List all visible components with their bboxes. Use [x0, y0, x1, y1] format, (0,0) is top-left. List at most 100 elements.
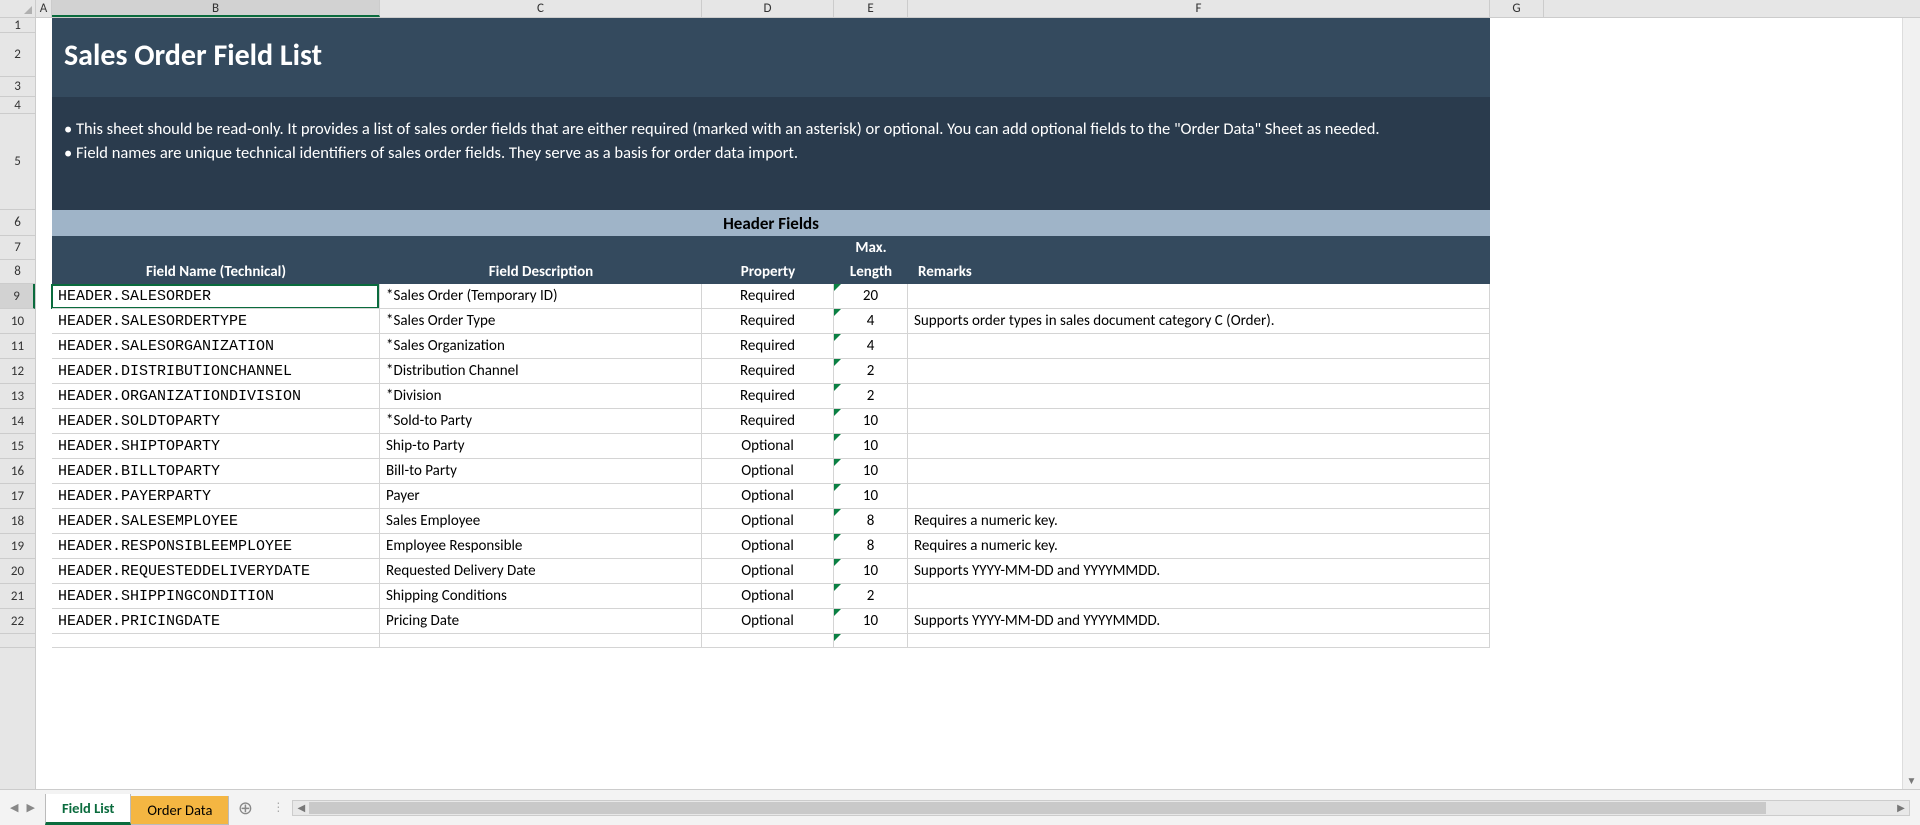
scrollbar-thumb[interactable]	[309, 802, 1766, 814]
cell-field-name[interactable]: HEADER.BILLTOPARTY	[52, 459, 380, 484]
cell-property[interactable]: Required	[702, 359, 834, 384]
row-header-6[interactable]: 6	[0, 210, 35, 236]
col-header-rest[interactable]: ▲	[1544, 0, 1920, 17]
cell-description[interactable]: Payer	[380, 484, 702, 509]
vertical-scrollbar[interactable]: ▼	[1902, 18, 1920, 789]
row-header-7[interactable]: 7	[0, 236, 35, 260]
row-header-21[interactable]: 21	[0, 584, 35, 609]
scroll-left-icon[interactable]: ◀	[293, 801, 309, 814]
row-header-14[interactable]: 14	[0, 409, 35, 434]
cell-remarks[interactable]	[908, 484, 1490, 509]
cell-property[interactable]: Required	[702, 334, 834, 359]
cell-field-name[interactable]: HEADER.SHIPTOPARTY	[52, 434, 380, 459]
cell-remarks[interactable]	[908, 409, 1490, 434]
cell-description[interactable]: *Sales Order (Temporary ID)	[380, 284, 702, 309]
cell-max-length[interactable]: 10	[834, 434, 908, 459]
select-all-corner[interactable]	[0, 0, 36, 18]
cell-property[interactable]: Required	[702, 384, 834, 409]
col-header-E[interactable]: E	[834, 0, 908, 17]
cell-max-length[interactable]: 8	[834, 509, 908, 534]
row-header-15[interactable]: 15	[0, 434, 35, 459]
split-handle-icon[interactable]: ⋮	[272, 800, 284, 815]
tab-field-list[interactable]: Field List	[45, 794, 131, 825]
cell-max-length[interactable]: 2	[834, 384, 908, 409]
cell-field-name[interactable]: HEADER.DISTRIBUTIONCHANNEL	[52, 359, 380, 384]
cell-description[interactable]: *Sales Order Type	[380, 309, 702, 334]
cell-max-length[interactable]: 10	[834, 409, 908, 434]
cell-remarks[interactable]	[908, 384, 1490, 409]
cell-remarks[interactable]	[908, 459, 1490, 484]
scroll-down-icon[interactable]: ▼	[1903, 773, 1920, 789]
col-header-G[interactable]: G	[1490, 0, 1544, 17]
cell-max-length[interactable]: 2	[834, 584, 908, 609]
cell-remarks[interactable]	[908, 359, 1490, 384]
cell-max-length[interactable]: 10	[834, 484, 908, 509]
cell-field-name[interactable]: HEADER.SALESORDER	[52, 284, 380, 309]
cell-max-length[interactable]: 2	[834, 359, 908, 384]
cell-description[interactable]: *Distribution Channel	[380, 359, 702, 384]
cell-property[interactable]: Optional	[702, 509, 834, 534]
row-header-5[interactable]: 5	[0, 114, 35, 210]
row-header-8[interactable]: 8	[0, 260, 35, 284]
row-header-11[interactable]: 11	[0, 334, 35, 359]
cell-property[interactable]: Optional	[702, 584, 834, 609]
cell-remarks[interactable]: Supports YYYY-MM-DD and YYYYMMDD.	[908, 609, 1490, 634]
cell-max-length[interactable]: 10	[834, 459, 908, 484]
cell-remarks[interactable]	[908, 284, 1490, 309]
row-header-17[interactable]: 17	[0, 484, 35, 509]
row-header-2[interactable]: 2	[0, 33, 35, 77]
cell-description[interactable]: Shipping Conditions	[380, 584, 702, 609]
row-header-10[interactable]: 10	[0, 309, 35, 334]
cell-description[interactable]: Employee Responsible	[380, 534, 702, 559]
cell-field-name[interactable]: HEADER.SHIPPINGCONDITION	[52, 584, 380, 609]
cell-property[interactable]: Optional	[702, 559, 834, 584]
cell-description[interactable]: *Division	[380, 384, 702, 409]
cell-remarks[interactable]: Supports YYYY-MM-DD and YYYYMMDD.	[908, 559, 1490, 584]
row-header-partial[interactable]	[0, 634, 35, 648]
cell-remarks[interactable]	[908, 434, 1490, 459]
cell-property[interactable]: Optional	[702, 484, 834, 509]
horizontal-scrollbar[interactable]: ◀ ▶	[292, 800, 1910, 816]
row-header-19[interactable]: 19	[0, 534, 35, 559]
cell-description[interactable]: Bill-to Party	[380, 459, 702, 484]
cell-max-length[interactable]: 10	[834, 559, 908, 584]
cell-description[interactable]: *Sold-to Party	[380, 409, 702, 434]
cell-remarks[interactable]: Supports order types in sales document c…	[908, 309, 1490, 334]
row-header-18[interactable]: 18	[0, 509, 35, 534]
col-header-B[interactable]: B	[52, 0, 380, 17]
cell-field-name[interactable]: HEADER.RESPONSIBLEEMPLOYEE	[52, 534, 380, 559]
cell-max-length[interactable]: 10	[834, 609, 908, 634]
cell-max-length[interactable]: 20	[834, 284, 908, 309]
row-header-13[interactable]: 13	[0, 384, 35, 409]
row-header-20[interactable]: 20	[0, 559, 35, 584]
cell-field-name[interactable]: HEADER.ORGANIZATIONDIVISION	[52, 384, 380, 409]
row-header-1[interactable]: 1	[0, 18, 35, 33]
cell-field-name[interactable]: HEADER.SOLDTOPARTY	[52, 409, 380, 434]
scroll-up-icon[interactable]	[1903, 18, 1920, 34]
cell-remarks[interactable]: Requires a numeric key.	[908, 509, 1490, 534]
cell-description[interactable]: Requested Delivery Date	[380, 559, 702, 584]
cell-field-name[interactable]: HEADER.REQUESTEDDELIVERYDATE	[52, 559, 380, 584]
cell-field-name[interactable]: HEADER.SALESEMPLOYEE	[52, 509, 380, 534]
tab-nav-next-icon[interactable]: ▶	[26, 801, 34, 814]
cell-property[interactable]: Optional	[702, 434, 834, 459]
col-header-A[interactable]: A	[36, 0, 52, 17]
cell-property[interactable]: Required	[702, 284, 834, 309]
add-sheet-button[interactable]: ⊕	[228, 790, 262, 825]
cell-property[interactable]: Optional	[702, 534, 834, 559]
scroll-right-icon[interactable]: ▶	[1893, 801, 1909, 814]
row-header-3[interactable]: 3	[0, 77, 35, 97]
row-header-4[interactable]: 4	[0, 97, 35, 114]
tab-nav-prev-icon[interactable]: ◀	[10, 801, 18, 814]
row-header-16[interactable]: 16	[0, 459, 35, 484]
row-header-9[interactable]: 9	[0, 284, 35, 309]
col-header-D[interactable]: D	[702, 0, 834, 17]
cell-property[interactable]: Required	[702, 409, 834, 434]
grid-body[interactable]: Sales Order Field List • This sheet shou…	[36, 18, 1920, 789]
cell-remarks[interactable]	[908, 334, 1490, 359]
col-header-F[interactable]: F	[908, 0, 1490, 17]
cell-field-name[interactable]: HEADER.PAYERPARTY	[52, 484, 380, 509]
cell-description[interactable]: Pricing Date	[380, 609, 702, 634]
cell-field-name[interactable]: HEADER.SALESORDERTYPE	[52, 309, 380, 334]
col-header-C[interactable]: C	[380, 0, 702, 17]
